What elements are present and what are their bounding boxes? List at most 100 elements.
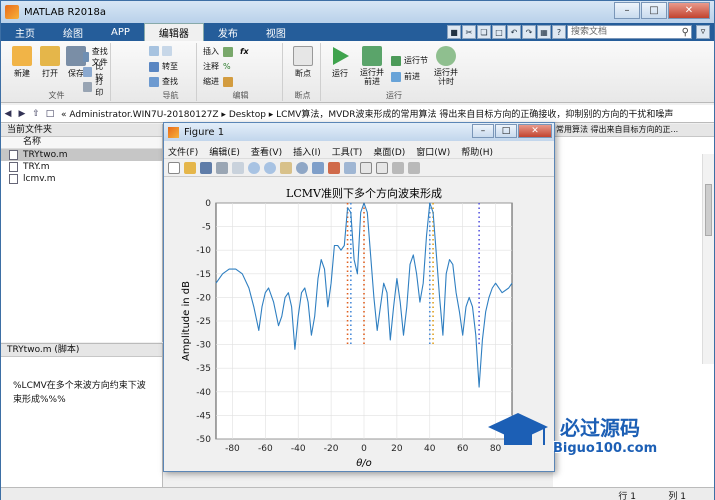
colorbar-icon[interactable] <box>360 161 372 174</box>
indent-button[interactable]: 缩进 <box>203 76 236 87</box>
advance-button[interactable]: 前进 <box>391 71 420 82</box>
scrollbar-thumb[interactable] <box>705 184 712 236</box>
menu-view[interactable]: 查看(V) <box>251 145 282 158</box>
hide-plot-tools-icon[interactable] <box>392 161 404 174</box>
menu-desktop[interactable]: 桌面(D) <box>373 145 405 158</box>
address-path[interactable]: « Administrator.WIN7U-20180127Z ▸ Deskto… <box>61 107 673 120</box>
new-figure-icon[interactable] <box>168 161 180 174</box>
select-arrow-icon[interactable] <box>232 161 244 174</box>
menu-file[interactable]: 文件(F) <box>168 145 198 158</box>
zoom-in-icon[interactable] <box>248 161 260 174</box>
figure-menu-bar: 文件(F) 编辑(E) 查看(V) 插入(I) 工具(T) 桌面(D) 窗口(W… <box>164 145 554 159</box>
current-folder-panel: 当前文件夹 名称 TRYtwo.m TRY.m lcmv.m <box>1 124 163 342</box>
ribbon-group-file: 新建 打开 保存 查找文件 比较 打印 文件 <box>3 43 111 101</box>
figure-maximize-button[interactable]: □ <box>495 124 517 138</box>
menu-window[interactable]: 窗口(W) <box>416 145 450 158</box>
run-section-label: 运行节 <box>404 56 428 65</box>
run-button[interactable]: 运行 <box>325 46 355 79</box>
group-label-breakpoints: 断点 <box>294 91 311 100</box>
y-tick-label: -20 <box>196 293 211 303</box>
percent-icon[interactable]: % <box>223 62 231 71</box>
name-column-header[interactable]: 名称 <box>1 137 162 149</box>
advance-label: 前进 <box>404 72 420 81</box>
comment-label: 注释 <box>203 62 219 71</box>
browse-folder-icon[interactable]: □ <box>43 109 57 119</box>
figure-minimize-button[interactable]: – <box>472 124 494 138</box>
file-item[interactable]: lcmv.m <box>1 173 162 185</box>
vertical-scrollbar[interactable] <box>702 154 714 364</box>
undo-icon[interactable]: ↶ <box>507 25 521 39</box>
x-tick-label: 40 <box>424 444 436 454</box>
title-bar: MATLAB R2018a – □ ✕ <box>1 1 714 23</box>
maximize-button[interactable]: □ <box>641 2 667 19</box>
m-file-icon <box>9 174 18 184</box>
back-forward-buttons[interactable] <box>149 46 175 56</box>
y-tick-label: -25 <box>196 317 211 327</box>
forward-arrow-icon[interactable]: ▶ <box>15 109 29 119</box>
goto-icon <box>149 61 159 72</box>
save-icon[interactable]: ■ <box>447 25 461 39</box>
close-button[interactable]: ✕ <box>668 2 710 19</box>
column-indicator: 列 1 <box>668 492 686 500</box>
tab-view[interactable]: 视图 <box>252 23 300 41</box>
help-dropdown-icon[interactable]: ▿ <box>696 25 710 39</box>
file-item[interactable]: TRYtwo.m <box>1 149 162 161</box>
data-cursor-icon[interactable] <box>312 161 324 174</box>
address-bar[interactable]: ◀ ▶ ⇧ □ « Administrator.WIN7U-20180127Z … <box>1 105 714 123</box>
find-button[interactable]: 查找 <box>149 76 178 87</box>
breakpoints-button[interactable]: 断点 <box>288 46 318 79</box>
figure-logo-icon <box>168 126 179 138</box>
tab-publish[interactable]: 发布 <box>204 23 252 41</box>
legend-icon[interactable] <box>376 161 388 174</box>
link-plot-icon[interactable] <box>344 161 356 174</box>
run-section-button[interactable]: 运行节 <box>391 55 428 66</box>
menu-help[interactable]: 帮助(H) <box>461 145 493 158</box>
search-icon[interactable]: ⚲ <box>682 26 689 39</box>
show-plot-tools-icon[interactable] <box>408 161 420 174</box>
fx-icon[interactable]: fx <box>240 47 249 56</box>
minimize-button[interactable]: – <box>614 2 640 19</box>
switch-window-icon[interactable]: ▦ <box>537 25 551 39</box>
up-folder-icon[interactable]: ⇧ <box>29 109 43 119</box>
y-tick-label: -10 <box>196 246 211 256</box>
x-axis-label: θ/o <box>356 458 372 469</box>
run-advance-button[interactable]: 运行并 前进 <box>357 46 387 86</box>
figure-close-button[interactable]: ✕ <box>518 124 552 138</box>
search-input[interactable]: 搜索文档 ⚲ <box>567 25 692 39</box>
menu-insert[interactable]: 插入(I) <box>293 145 321 158</box>
forward-icon <box>162 46 172 56</box>
back-arrow-icon[interactable]: ◀ <box>1 109 15 119</box>
rotate-3d-icon[interactable] <box>296 161 308 174</box>
tab-editor[interactable]: 编辑器 <box>143 23 204 41</box>
tab-apps[interactable]: APP <box>97 23 144 41</box>
new-button[interactable]: 新建 <box>7 46 37 79</box>
y-tick-label: -5 <box>202 223 211 233</box>
insert-button[interactable]: 插入 fx <box>203 46 249 57</box>
advance-icon <box>391 71 401 82</box>
menu-edit[interactable]: 编辑(E) <box>209 145 240 158</box>
copy-icon[interactable]: ❏ <box>477 25 491 39</box>
pan-hand-icon[interactable] <box>280 161 292 174</box>
redo-icon[interactable]: ↷ <box>522 25 536 39</box>
comment-button[interactable]: 注释% <box>203 61 231 72</box>
open-file-icon[interactable] <box>184 161 196 174</box>
print-figure-icon[interactable] <box>216 161 228 174</box>
file-item[interactable]: TRY.m <box>1 161 162 173</box>
goto-label: 转至 <box>162 62 178 71</box>
m-file-icon <box>9 162 18 172</box>
goto-button[interactable]: 转至 <box>149 61 178 72</box>
help-icon[interactable]: ? <box>552 25 566 39</box>
tab-plots[interactable]: 绘图 <box>49 23 97 41</box>
run-and-time-button[interactable]: 运行并 计时 <box>431 46 461 86</box>
breakpoints-label: 断点 <box>295 69 311 78</box>
x-tick-label: -60 <box>258 444 273 454</box>
menu-tools[interactable]: 工具(T) <box>332 145 363 158</box>
zoom-out-icon[interactable] <box>264 161 276 174</box>
status-bar: 行 1 列 1 <box>1 487 714 500</box>
paste-icon[interactable]: □ <box>492 25 506 39</box>
save-figure-icon[interactable] <box>200 161 212 174</box>
brush-icon[interactable] <box>328 161 340 174</box>
run-advance-icon <box>362 46 382 66</box>
tab-home[interactable]: 主页 <box>1 23 49 41</box>
cut-icon[interactable]: ✂ <box>462 25 476 39</box>
